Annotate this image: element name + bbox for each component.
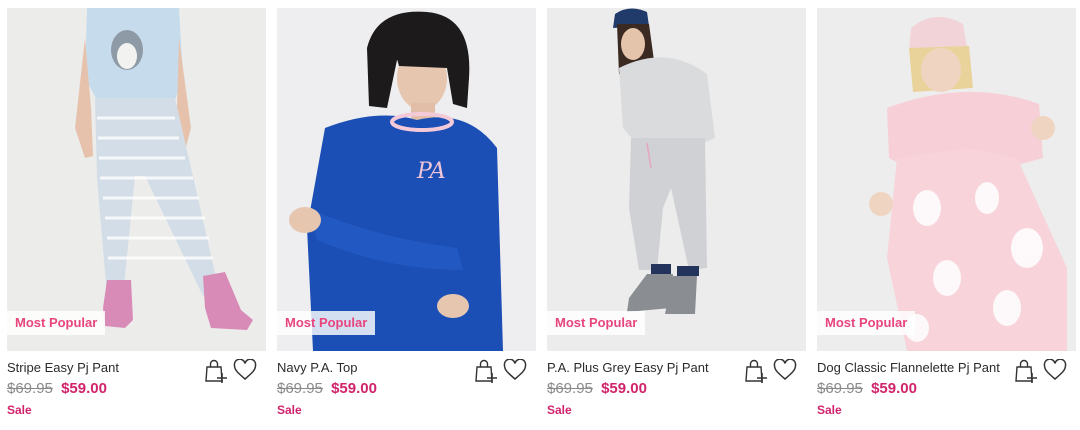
price-row: $69.95 $59.00 (547, 380, 647, 398)
sale-price: $59.00 (871, 380, 917, 397)
product-card: Most Popular Dog Classic Flannelette Pj … (817, 8, 1076, 428)
sale-price: $59.00 (61, 380, 107, 397)
price-row: $69.95 $59.00 (7, 380, 107, 398)
sale-price: $59.00 (601, 380, 647, 397)
product-grid: Most Popular Stripe Easy Pj Pant $69.95 … (0, 0, 1080, 430)
product-card: Most Popular Stripe Easy Pj Pant $69.95 … (7, 8, 266, 428)
wishlist-button[interactable] (503, 359, 527, 381)
price-row: $69.95 $59.00 (277, 380, 377, 398)
heart-icon (233, 359, 257, 380)
most-popular-badge: Most Popular (277, 311, 376, 335)
original-price: $69.95 (7, 380, 53, 397)
most-popular-badge: Most Popular (7, 311, 106, 335)
product-photo (7, 8, 266, 351)
product-image-dog-pant[interactable]: Most Popular (817, 8, 1076, 351)
wishlist-button[interactable] (1043, 359, 1067, 381)
heart-icon (1043, 359, 1067, 380)
wishlist-button[interactable] (773, 359, 797, 381)
original-price: $69.95 (817, 380, 863, 397)
heart-icon (503, 359, 527, 380)
product-photo (547, 8, 806, 351)
add-to-bag-icon (1015, 359, 1037, 383)
add-to-bag-button[interactable] (204, 358, 228, 384)
product-name[interactable]: P.A. Plus Grey Easy Pj Pant (547, 360, 709, 376)
sale-label: Sale (547, 403, 572, 417)
sale-label: Sale (277, 403, 302, 417)
sale-label: Sale (817, 403, 842, 417)
product-name[interactable]: Navy P.A. Top (277, 360, 357, 376)
sale-label: Sale (7, 403, 32, 417)
product-card: PA Most Popular Navy P.A. Top $69.95 $59… (277, 8, 536, 428)
product-photo (817, 8, 1076, 351)
most-popular-badge: Most Popular (817, 311, 916, 335)
add-to-bag-icon (205, 359, 227, 383)
add-to-bag-button[interactable] (474, 358, 498, 384)
add-to-bag-button[interactable] (744, 358, 768, 384)
add-to-bag-button[interactable] (1014, 358, 1038, 384)
svg-text:PA: PA (416, 159, 446, 184)
product-image-grey-pant[interactable]: Most Popular (547, 8, 806, 351)
sale-price: $59.00 (331, 380, 377, 397)
add-to-bag-icon (745, 359, 767, 383)
most-popular-badge: Most Popular (547, 311, 646, 335)
product-image-navy-top[interactable]: PA Most Popular (277, 8, 536, 351)
product-card: Most Popular P.A. Plus Grey Easy Pj Pant… (547, 8, 806, 428)
original-price: $69.95 (547, 380, 593, 397)
price-row: $69.95 $59.00 (817, 380, 917, 398)
product-image-stripe-pant[interactable]: Most Popular (7, 8, 266, 351)
original-price: $69.95 (277, 380, 323, 397)
product-photo: PA (277, 8, 536, 351)
product-name[interactable]: Stripe Easy Pj Pant (7, 360, 119, 376)
product-name[interactable]: Dog Classic Flannelette Pj Pant (817, 360, 1000, 376)
heart-icon (773, 359, 797, 380)
wishlist-button[interactable] (233, 359, 257, 381)
add-to-bag-icon (475, 359, 497, 383)
